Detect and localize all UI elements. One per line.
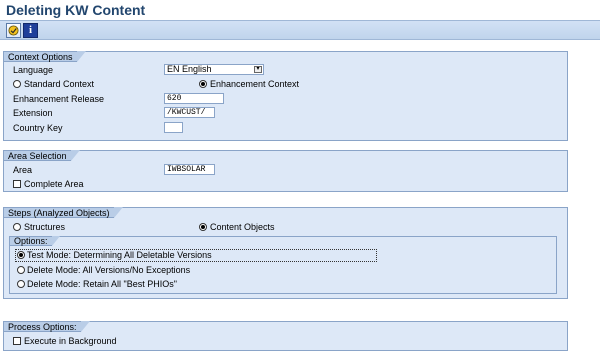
language-label: Language: [13, 65, 54, 75]
info-icon: i: [28, 24, 33, 36]
extension-field[interactable]: /KWCUST/: [164, 107, 215, 118]
options-subgroup: Options: Test Mode: Determining All Dele…: [9, 236, 557, 294]
standard-context-radio[interactable]: [13, 80, 21, 88]
language-value: EN English: [167, 64, 212, 74]
execute-icon: [8, 25, 19, 36]
area-label: Area: [13, 165, 33, 175]
title-bar: Deleting KW Content: [0, 0, 600, 20]
context-options-title: Context Options: [3, 51, 86, 62]
steps-title: Steps (Analyzed Objects): [3, 207, 123, 218]
delete-retain-label[interactable]: Delete Mode: Retain All "Best PHIOs": [27, 279, 177, 290]
test-mode-radio[interactable]: [17, 251, 25, 259]
area-field[interactable]: IWBSOLAR: [164, 164, 215, 175]
delete-all-radio[interactable]: [17, 266, 25, 274]
content-objects-label[interactable]: Content Objects: [210, 222, 275, 233]
process-options-group: Process Options: Execute in Background: [3, 321, 568, 351]
complete-area-checkbox[interactable]: [13, 180, 21, 188]
execute-background-label[interactable]: Execute in Background: [24, 336, 117, 347]
area-selection-title: Area Selection: [3, 150, 80, 161]
standard-context-label[interactable]: Standard Context: [24, 79, 94, 90]
complete-area-label[interactable]: Complete Area: [24, 179, 84, 190]
steps-group: Steps (Analyzed Objects) Structures Cont…: [3, 207, 568, 299]
info-button[interactable]: i: [23, 23, 38, 38]
enhancement-release-label: Enhancement Release: [13, 94, 105, 104]
context-options-group: Context Options Language EN English ▾ St…: [3, 51, 568, 141]
country-key-field[interactable]: [164, 122, 183, 133]
enhancement-context-label[interactable]: Enhancement Context: [210, 79, 299, 90]
delete-all-label[interactable]: Delete Mode: All Versions/No Exceptions: [27, 265, 190, 276]
application-toolbar: i: [0, 20, 600, 40]
enhancement-context-radio[interactable]: [199, 80, 207, 88]
area-selection-group: Area Selection Area IWBSOLAR Complete Ar…: [3, 150, 568, 192]
structures-radio[interactable]: [13, 223, 21, 231]
execute-background-checkbox[interactable]: [13, 337, 21, 345]
test-mode-label[interactable]: Test Mode: Determining All Deletable Ver…: [27, 250, 212, 261]
structures-label[interactable]: Structures: [24, 222, 65, 233]
country-key-label: Country Key: [13, 123, 63, 133]
selection-screen: Context Options Language EN English ▾ St…: [0, 41, 600, 360]
enhancement-release-field[interactable]: 620: [164, 93, 224, 104]
process-options-title: Process Options:: [3, 321, 90, 332]
chevron-down-icon[interactable]: ▾: [254, 66, 262, 73]
execute-button[interactable]: [6, 23, 21, 38]
language-select[interactable]: EN English ▾: [164, 64, 264, 75]
delete-retain-radio[interactable]: [17, 280, 25, 288]
extension-label: Extension: [13, 108, 53, 118]
options-title: Options:: [9, 236, 59, 246]
content-objects-radio[interactable]: [199, 223, 207, 231]
page-title: Deleting KW Content: [6, 2, 146, 18]
